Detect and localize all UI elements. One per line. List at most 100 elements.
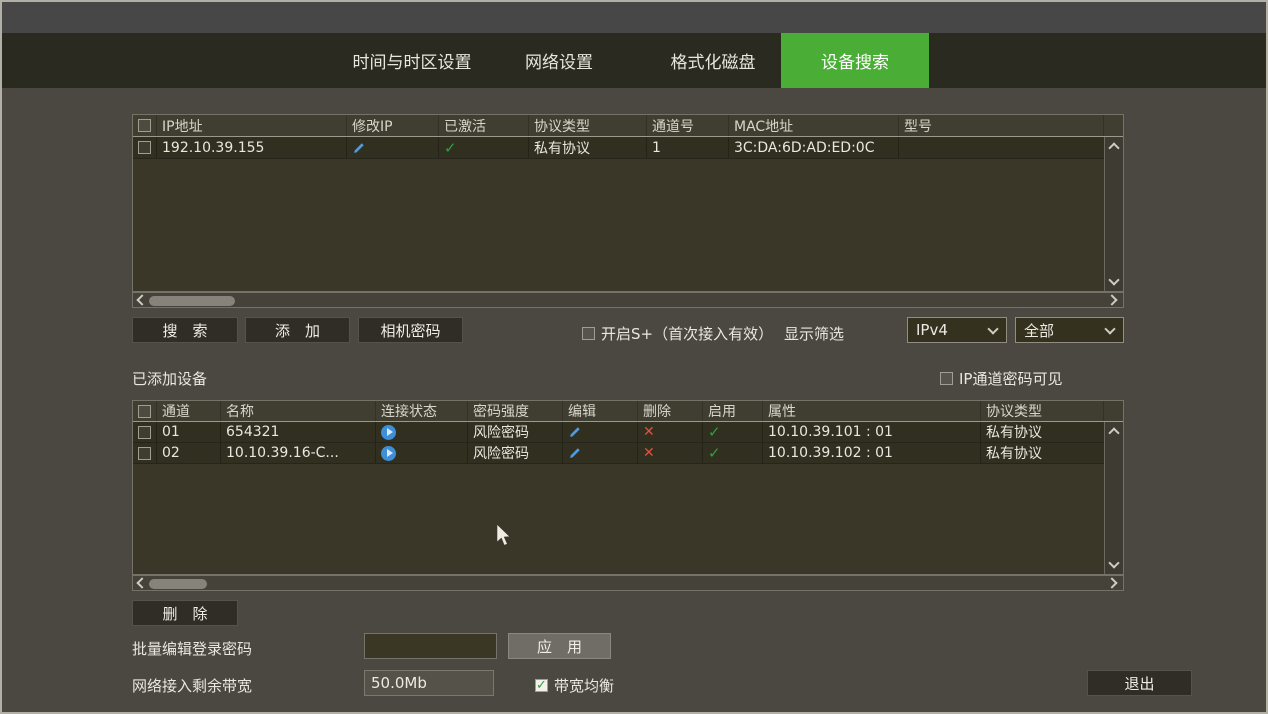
device-protocol: 私有协议: [981, 422, 1104, 442]
check-icon: ✓: [444, 139, 457, 157]
column-header-activated: 已激活: [439, 115, 529, 136]
table-row[interactable]: 192.10.39.155 ✓ 私有协议 1 3C:DA:6D:AD:ED:0C: [133, 137, 1123, 159]
batch-password-input[interactable]: [364, 633, 497, 659]
delete-cell[interactable]: ✕: [638, 422, 703, 442]
tab-device-search[interactable]: 设备搜索: [781, 33, 929, 88]
settings-tabbar: 时间与时区设置 网络设置 格式化磁盘 设备搜索: [2, 33, 1266, 88]
row-checkbox[interactable]: [138, 447, 151, 460]
ip-version-select[interactable]: IPv4: [907, 317, 1007, 343]
column-header-enable: 启用: [703, 401, 763, 421]
vertical-scrollbar[interactable]: [1104, 137, 1123, 291]
scroll-up-icon[interactable]: [1108, 142, 1119, 153]
delete-button[interactable]: 删 除: [132, 600, 238, 626]
select-all-checkbox[interactable]: [138, 405, 151, 418]
device-search-window: 时间与时区设置 网络设置 格式化磁盘 设备搜索 IP地址 修改IP 已激活 协议…: [0, 0, 1268, 714]
search-button-label: 搜 索: [162, 320, 207, 341]
pencil-icon: [352, 141, 366, 155]
search-table-header: IP地址 修改IP 已激活 协议类型 通道号 MAC地址 型号: [133, 115, 1123, 137]
tab-label: 网络设置: [525, 48, 593, 73]
device-model: [899, 137, 1104, 158]
horizontal-scrollbar[interactable]: [132, 292, 1124, 308]
column-header-delete: 删除: [638, 401, 703, 421]
scrollbar-thumb[interactable]: [149, 579, 207, 589]
column-header-protocol: 协议类型: [981, 401, 1104, 421]
column-header-edit: 编辑: [563, 401, 638, 421]
column-header-mac: MAC地址: [729, 115, 899, 136]
play-icon[interactable]: [381, 446, 396, 461]
modify-ip-cell[interactable]: [347, 137, 439, 158]
scrollbar-thumb[interactable]: [149, 296, 235, 306]
filter-scope-value: 全部: [1024, 320, 1054, 341]
password-strength: 风险密码: [468, 422, 563, 442]
window-top-bar: [2, 2, 1266, 33]
vertical-scrollbar[interactable]: [1104, 422, 1123, 574]
ip-version-value: IPv4: [916, 321, 948, 339]
column-header-name: 名称: [221, 401, 376, 421]
ip-password-visible-checkbox[interactable]: [940, 372, 953, 385]
device-attribute: 10.10.39.102 : 01: [763, 443, 981, 463]
camera-password-button[interactable]: 相机密码: [358, 317, 463, 343]
edit-cell[interactable]: [563, 422, 638, 442]
scroll-down-icon[interactable]: [1108, 557, 1119, 568]
exit-button-label: 退出: [1124, 673, 1154, 694]
device-protocol: 私有协议: [981, 443, 1104, 463]
channel-id: 01: [157, 422, 221, 442]
column-header-attribute: 属性: [763, 401, 981, 421]
column-header-channel-no: 通道号: [647, 115, 729, 136]
scroll-down-icon[interactable]: [1108, 274, 1119, 285]
row-checkbox[interactable]: [138, 426, 151, 439]
check-icon: ✓: [708, 423, 721, 441]
splus-checkbox[interactable]: [582, 327, 595, 340]
tab-time-timezone[interactable]: 时间与时区设置: [347, 33, 477, 88]
added-devices-table: 通道 名称 连接状态 密码强度 编辑 删除 启用 属性 协议类型 01 6543…: [132, 400, 1124, 575]
splus-label: 开启S+（首次接入有效）: [601, 323, 773, 344]
device-protocol: 私有协议: [529, 137, 647, 158]
search-button[interactable]: 搜 索: [132, 317, 238, 343]
filter-scope-select[interactable]: 全部: [1015, 317, 1124, 343]
exit-button[interactable]: 退出: [1087, 670, 1192, 696]
tab-network[interactable]: 网络设置: [513, 33, 605, 88]
scroll-right-icon[interactable]: [1106, 577, 1117, 588]
device-ip: 192.10.39.155: [157, 137, 347, 158]
ip-password-visible-label: IP通道密码可见: [959, 368, 1062, 389]
table-row[interactable]: 01 654321 风险密码 ✕ ✓ 10.10.39.101 : 01 私有协…: [133, 422, 1123, 443]
ip-password-visible-option: IP通道密码可见: [940, 368, 1062, 389]
enable-cell[interactable]: ✓: [703, 443, 763, 463]
row-checkbox[interactable]: [138, 141, 151, 154]
select-all-checkbox[interactable]: [138, 119, 151, 132]
device-mac: 3C:DA:6D:AD:ED:0C: [729, 137, 899, 158]
apply-button[interactable]: 应 用: [508, 633, 611, 659]
horizontal-scrollbar[interactable]: [132, 575, 1124, 591]
device-name: 10.10.39.16-C...: [221, 443, 376, 463]
password-strength: 风险密码: [468, 443, 563, 463]
search-results-table: IP地址 修改IP 已激活 协议类型 通道号 MAC地址 型号 192.10.3…: [132, 114, 1124, 292]
play-icon[interactable]: [381, 425, 396, 440]
column-header-status: 连接状态: [376, 401, 468, 421]
scroll-up-icon[interactable]: [1108, 427, 1119, 438]
scroll-left-icon[interactable]: [136, 577, 147, 588]
table-row[interactable]: 02 10.10.39.16-C... 风险密码 ✕ ✓ 10.10.39.10…: [133, 443, 1123, 464]
bandwidth-balance-checkbox[interactable]: [535, 679, 548, 692]
scroll-left-icon[interactable]: [136, 294, 147, 305]
added-table-header: 通道 名称 连接状态 密码强度 编辑 删除 启用 属性 协议类型: [133, 401, 1123, 422]
enable-cell[interactable]: ✓: [703, 422, 763, 442]
bandwidth-label: 网络接入剩余带宽: [132, 675, 252, 696]
delete-button-label: 删 除: [162, 603, 207, 624]
pencil-icon: [568, 446, 582, 460]
scroll-right-icon[interactable]: [1106, 294, 1117, 305]
delete-cell[interactable]: ✕: [638, 443, 703, 463]
batch-edit-label: 批量编辑登录密码: [132, 638, 252, 659]
edit-cell[interactable]: [563, 443, 638, 463]
channel-id: 02: [157, 443, 221, 463]
add-button[interactable]: 添 加: [245, 317, 350, 343]
x-icon: ✕: [643, 445, 655, 461]
pencil-icon: [568, 425, 582, 439]
column-header-modify-ip: 修改IP: [347, 115, 439, 136]
device-channel-no: 1: [647, 137, 729, 158]
check-icon: ✓: [708, 444, 721, 462]
splus-option: 开启S+（首次接入有效）: [582, 323, 773, 344]
column-header-password-strength: 密码强度: [468, 401, 563, 421]
column-header-channel: 通道: [157, 401, 221, 421]
bandwidth-input[interactable]: [364, 670, 494, 696]
tab-format-disk[interactable]: 格式化磁盘: [663, 33, 763, 88]
